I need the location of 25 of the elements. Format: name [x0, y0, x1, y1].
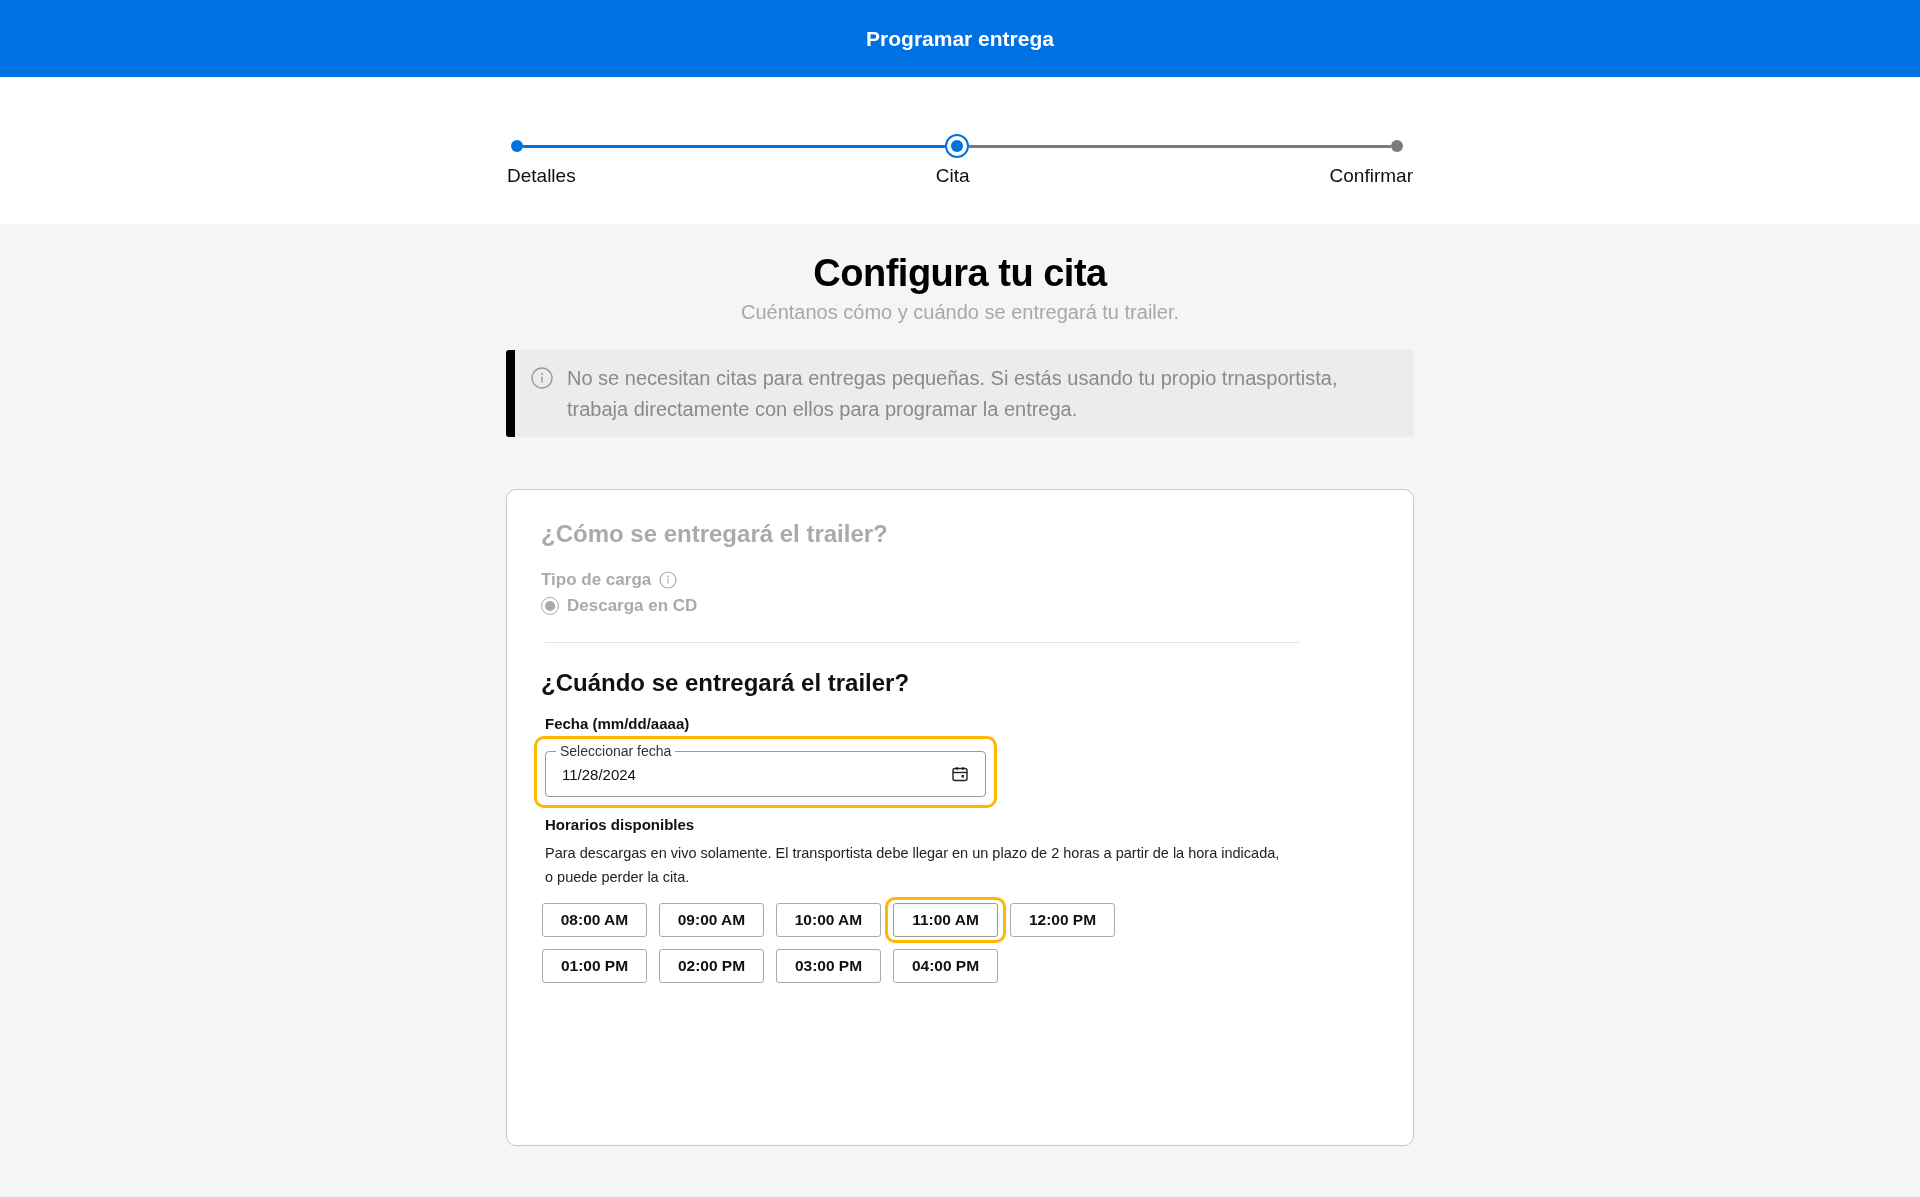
step-label: Cita — [935, 165, 970, 187]
page-title: Programar entrega — [866, 26, 1054, 51]
section-heading: ¿Cómo se entregará el trailer? — [541, 520, 889, 548]
slots-hint: Para descargas en vivo solamente. El transportista debe llegar en un plazo de 2 horas a partir de la hora indicada, o puede perder la cita. — [545, 844, 1281, 887]
info-icon — [531, 367, 553, 389]
time-slot-button[interactable]: 01:00 PM — [542, 949, 647, 983]
time-slot-button[interactable]: 08:00 AM — [542, 903, 647, 937]
page-subtitle: Cuéntanos cómo y cuándo se entregará tu trailer. — [739, 301, 1180, 324]
field-label: Fecha (mm/dd/aaaa) — [545, 715, 691, 732]
time-slot-button[interactable]: 12:00 PM — [1010, 903, 1115, 937]
time-slot-button[interactable]: 09:00 AM — [659, 903, 764, 937]
section-heading: ¿Cuándo se entregará el trailer? — [541, 669, 911, 697]
time-slot-button[interactable]: 11:00 AM — [893, 903, 998, 937]
info-icon — [659, 571, 678, 589]
time-slot-button[interactable]: 02:00 PM — [659, 949, 764, 983]
step-label: Confirmar — [1329, 165, 1413, 187]
step-label: Detalles — [507, 165, 576, 187]
field-label: Horarios disponibles — [545, 816, 696, 833]
field-label: Tipo de carga — [541, 570, 652, 590]
time-slot-button[interactable]: 10:00 AM — [776, 903, 881, 937]
calendar-icon[interactable] — [951, 765, 969, 783]
time-slot-button[interactable]: 04:00 PM — [893, 949, 998, 983]
time-slot-button[interactable]: 03:00 PM — [776, 949, 881, 983]
info-message: No se necesitan citas para entregas pequeñas. Si estás usando tu propio trnasportista, trabaja directamente con ellos para programar la entrega. — [567, 366, 1339, 422]
page-heading: Configura tu cita — [812, 252, 1109, 295]
